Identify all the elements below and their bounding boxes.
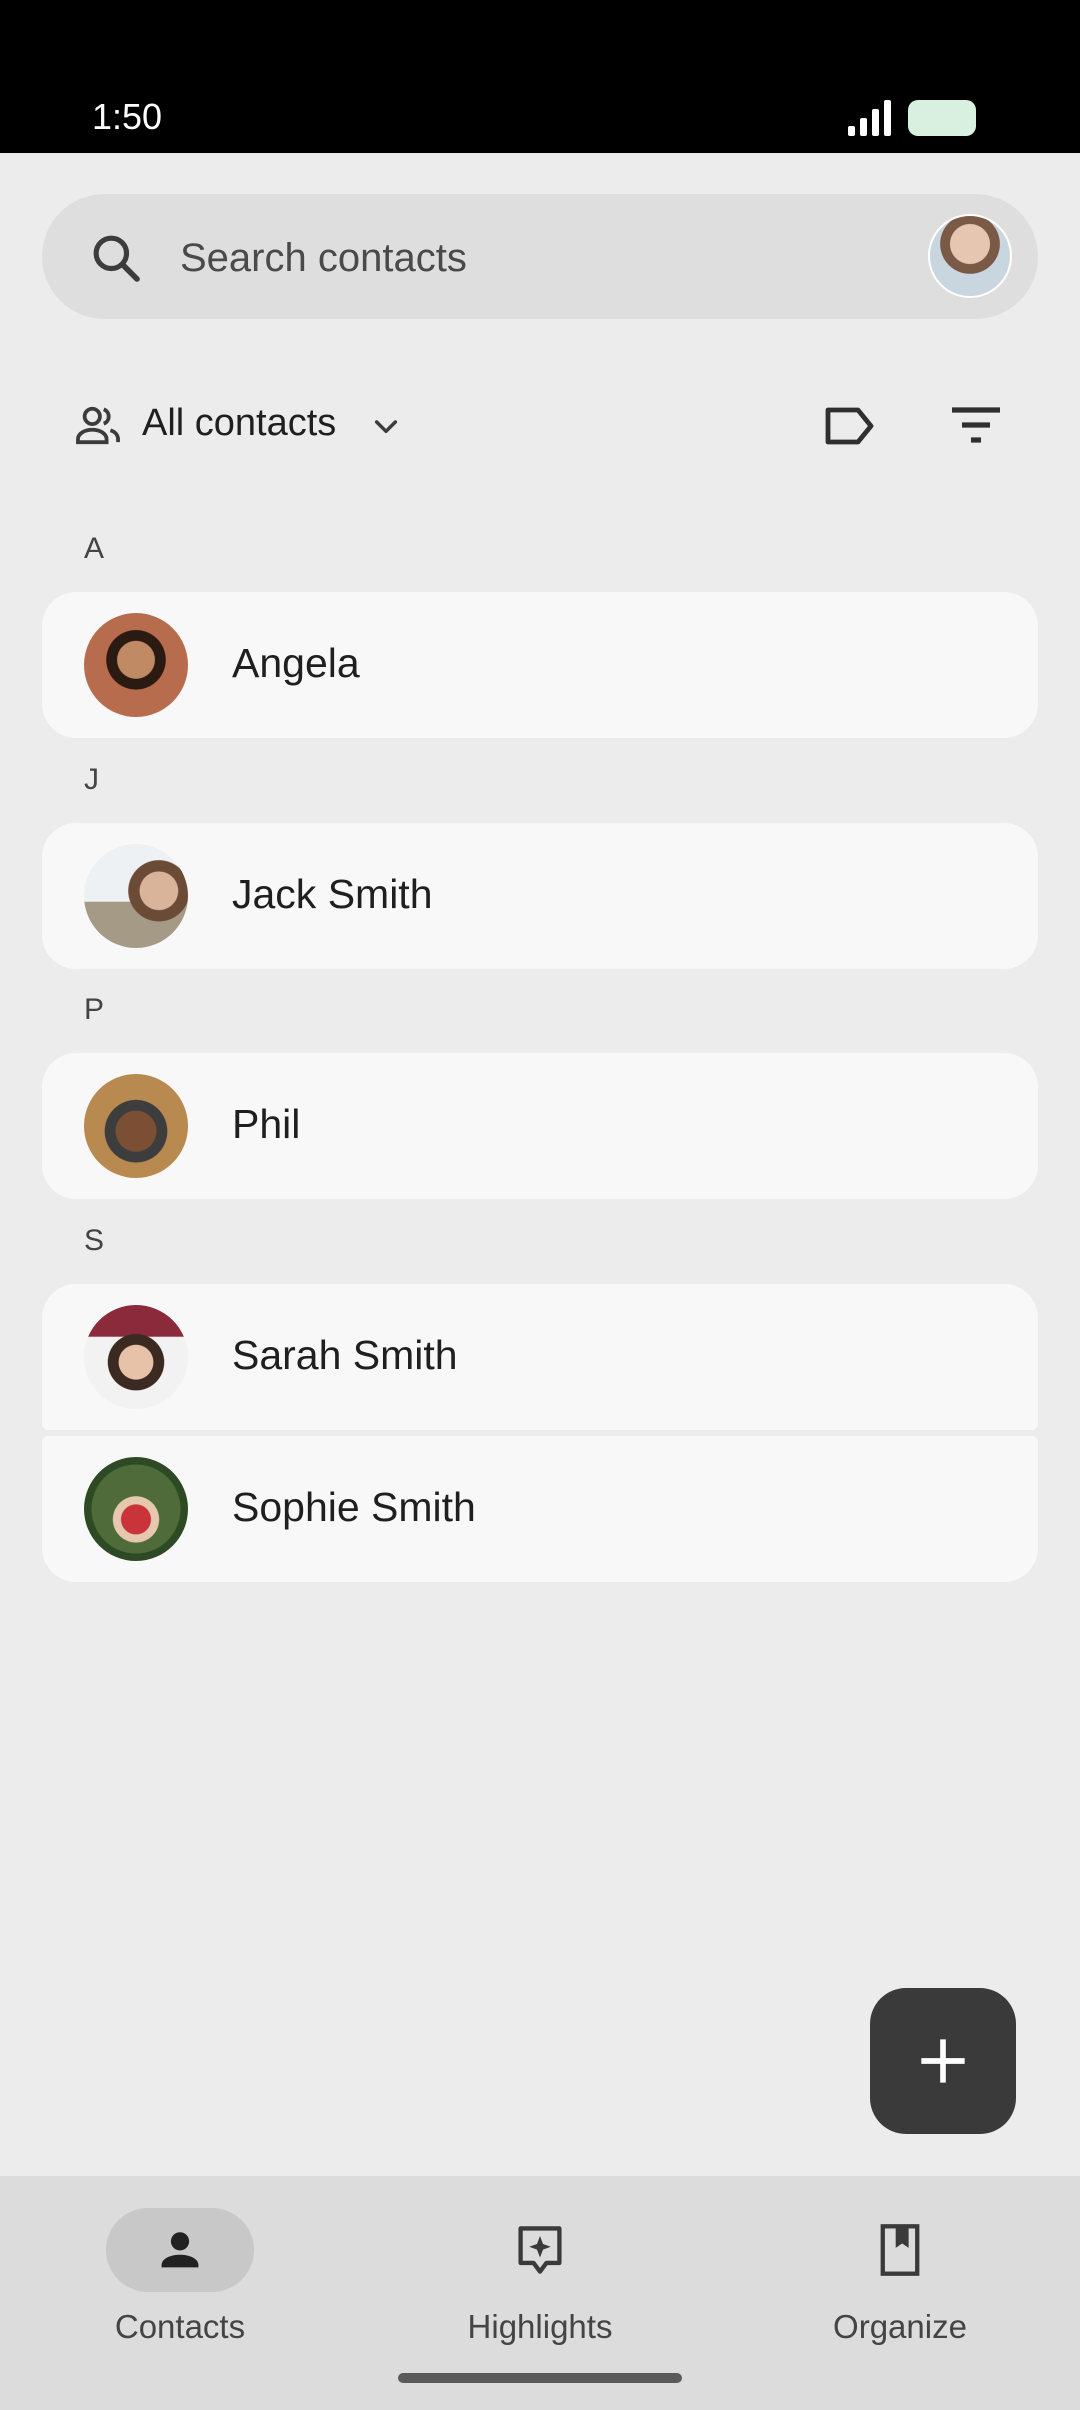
contact-name: Phil bbox=[232, 1101, 301, 1147]
battery-icon bbox=[908, 100, 976, 136]
nav-label: Contacts bbox=[114, 2308, 246, 2345]
account-avatar[interactable] bbox=[928, 214, 1012, 298]
plus-icon bbox=[921, 2039, 965, 2083]
people-icon bbox=[76, 406, 120, 445]
contact-row-phil[interactable]: Phil bbox=[42, 1053, 1038, 1199]
status-time: 1:50 bbox=[92, 96, 163, 137]
contact-avatar bbox=[84, 1305, 188, 1409]
nav-item-organize[interactable]: Organize bbox=[750, 2192, 1050, 2352]
signal-icon bbox=[848, 100, 891, 136]
nav-item-highlights[interactable]: Highlights bbox=[390, 2192, 690, 2352]
contact-avatar bbox=[84, 1074, 188, 1178]
status-bar: 1:50 bbox=[0, 0, 1080, 153]
bookmark-icon bbox=[880, 2224, 920, 2276]
add-contact-button[interactable] bbox=[870, 1988, 1016, 2134]
highlights-icon bbox=[518, 2226, 562, 2274]
nav-label: Highlights bbox=[467, 2308, 613, 2345]
search-input[interactable] bbox=[178, 222, 942, 294]
contact-name: Sarah Smith bbox=[232, 1332, 458, 1378]
person-icon bbox=[161, 2232, 199, 2268]
section-header-a: A bbox=[84, 532, 105, 565]
filter-row: All contacts bbox=[0, 390, 1080, 460]
filter-icon[interactable] bbox=[950, 404, 1002, 446]
label-icon[interactable] bbox=[822, 404, 876, 448]
nav-label: Organize bbox=[833, 2308, 967, 2345]
search-icon bbox=[93, 235, 140, 282]
contact-row-sarah-smith[interactable]: Sarah Smith bbox=[42, 1284, 1038, 1430]
contact-avatar bbox=[84, 844, 188, 948]
contact-name: Sophie Smith bbox=[232, 1484, 476, 1530]
contact-name: Angela bbox=[232, 640, 360, 686]
contact-row-angela[interactable]: Angela bbox=[42, 592, 1038, 738]
home-indicator bbox=[398, 2373, 682, 2383]
chevron-down-icon[interactable] bbox=[370, 410, 402, 442]
search-bar[interactable] bbox=[42, 194, 1038, 319]
contact-name: Jack Smith bbox=[232, 871, 433, 917]
contacts-filter-dropdown[interactable]: All contacts bbox=[142, 402, 336, 445]
contact-avatar bbox=[84, 613, 188, 717]
section-header-s: S bbox=[84, 1224, 105, 1257]
section-header-p: P bbox=[84, 993, 105, 1026]
contact-row-jack-smith[interactable]: Jack Smith bbox=[42, 823, 1038, 969]
contact-avatar bbox=[84, 1457, 188, 1561]
nav-item-contacts[interactable]: Contacts bbox=[30, 2192, 330, 2352]
section-header-j: J bbox=[84, 763, 99, 796]
contact-row-sophie-smith[interactable]: Sophie Smith bbox=[42, 1436, 1038, 1582]
